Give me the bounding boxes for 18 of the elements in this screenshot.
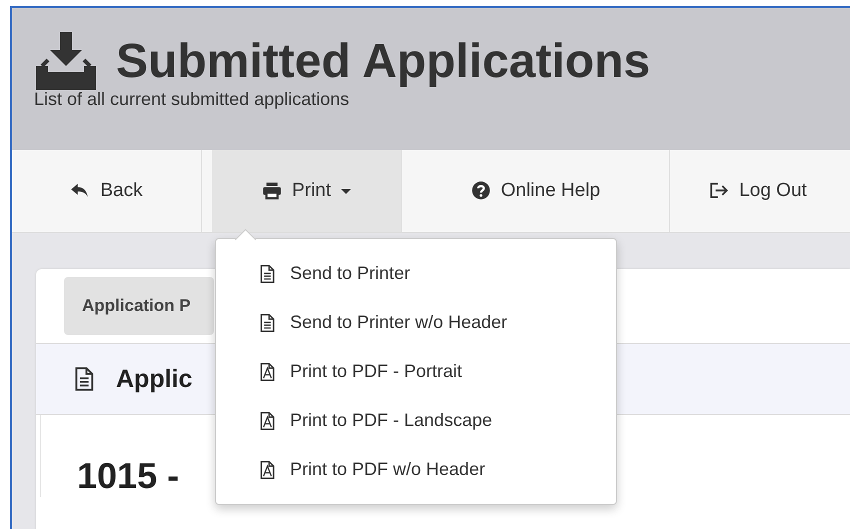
logout-icon <box>709 181 730 201</box>
printer-icon <box>262 181 282 201</box>
nav-button[interactable]: Back <box>12 150 202 232</box>
download-tray-icon <box>34 32 98 92</box>
page-subtitle: List of all current submitted applications <box>34 89 350 110</box>
nav-button[interactable]: Log Out <box>670 150 846 232</box>
tab[interactable]: Application P <box>64 277 214 335</box>
menu-item[interactable]: Print to PDF - Landscape <box>216 396 616 445</box>
menu-item[interactable]: Send to Printer w/o Header <box>216 298 616 347</box>
menu-item[interactable]: Print to PDF w/o Header <box>216 445 616 494</box>
menu-item[interactable]: Send to Printer <box>216 249 616 298</box>
page-title: Submitted Applications <box>116 34 650 90</box>
nav-button[interactable]: Online Help <box>402 150 670 232</box>
application-heading: 1015 - <box>77 455 180 497</box>
panel-title: Applic <box>116 364 192 394</box>
help-icon <box>470 181 491 201</box>
nav-button[interactable]: Print <box>212 150 402 232</box>
menu-item[interactable]: Print to PDF - Portrait <box>216 347 616 396</box>
